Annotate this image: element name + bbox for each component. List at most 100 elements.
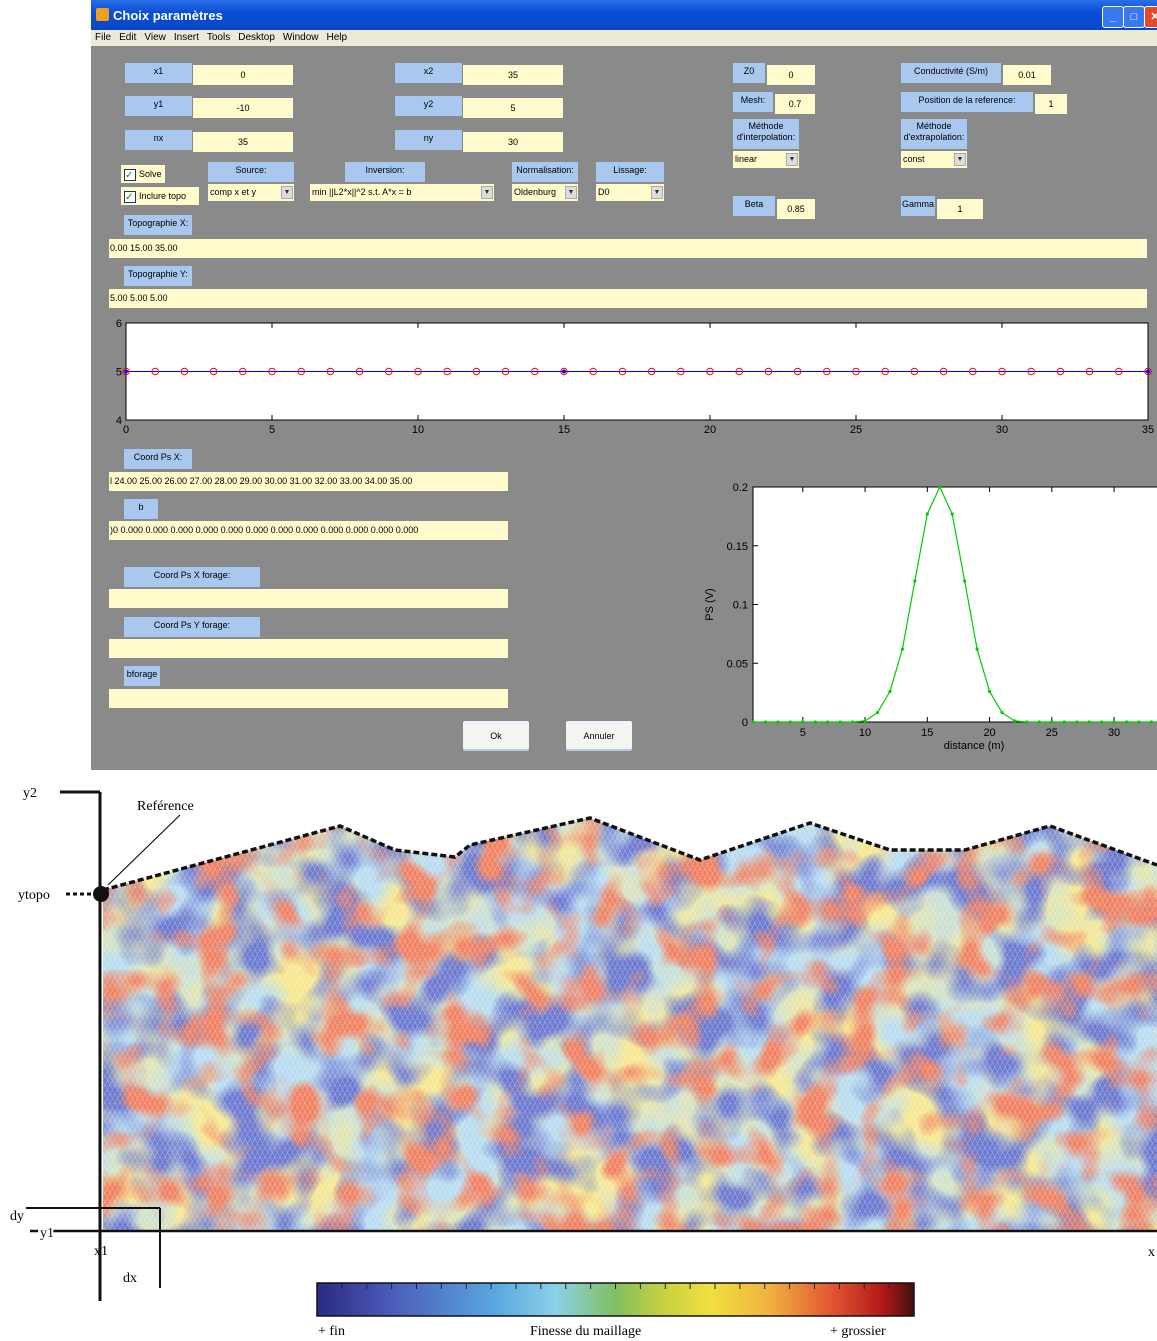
ps-data-point <box>938 485 942 489</box>
y1-label: y1 <box>40 1226 54 1241</box>
source-label: Source: <box>208 162 294 182</box>
menu-insert[interactable]: Insert <box>170 30 203 43</box>
inversion-label: Inversion: <box>345 162 425 182</box>
ps-data-point <box>1037 720 1041 724</box>
chevron-down-icon: ▼ <box>786 153 798 166</box>
ps-data-point <box>863 719 867 723</box>
topographie-x-input[interactable]: 0.00 15.00 35.00 <box>109 239 1147 258</box>
ok-button[interactable]: Ok <box>462 720 530 752</box>
ps-data-point <box>1100 720 1104 724</box>
choix-parametres-window: Choix paramètres _ □ ✕ File Edit View Inser… <box>91 0 1157 770</box>
x1-input[interactable]: 0 <box>193 65 293 85</box>
ps-data-point <box>963 579 967 583</box>
x-tick-label: 10 <box>412 424 424 436</box>
coord-ps-y-forage-input[interactable] <box>109 639 508 658</box>
ps-data-point <box>1112 720 1116 724</box>
reference-label: Reférence <box>137 799 194 814</box>
interpolation-value: linear <box>735 154 758 164</box>
menu-desktop[interactable]: Desktop <box>234 30 279 43</box>
x-tick-label: 5 <box>800 727 806 739</box>
inversion-value: min ||L2*x||^2 s.t. A*x = b <box>312 187 412 197</box>
menu-tools[interactable]: Tools <box>203 30 234 43</box>
lissage-value: D0 <box>598 187 610 197</box>
position-reference-input[interactable]: 1 <box>1035 94 1067 114</box>
ps-data-point <box>975 647 979 651</box>
inclure-topo-checkbox[interactable]: Inclure topo <box>121 187 199 207</box>
normalisation-label: Normalisation: <box>512 162 578 182</box>
ps-data-point <box>1137 720 1141 724</box>
window-title: Choix paramètres <box>113 8 223 23</box>
ny-input[interactable]: 30 <box>463 132 563 152</box>
source-dropdown[interactable]: comp x et y ▼ <box>208 184 294 201</box>
menu-help[interactable]: Help <box>323 30 352 43</box>
x1-label: x1 <box>94 1244 108 1259</box>
minimize-button[interactable]: _ <box>1102 6 1124 28</box>
y2-input[interactable]: 5 <box>463 98 563 118</box>
y-tick-label: 0.1 <box>733 600 748 612</box>
coord-ps-x-label: Coord Ps X: <box>124 449 192 469</box>
menu-window[interactable]: Window <box>279 30 323 43</box>
y-tick-label: 0.15 <box>727 541 748 553</box>
dy-label: dy <box>10 1209 24 1224</box>
x-tick-label: 15 <box>921 727 933 739</box>
interpolation-dropdown[interactable]: linear ▼ <box>733 151 799 168</box>
extrapolation-dropdown[interactable]: const ▼ <box>901 151 967 168</box>
nx-input[interactable]: 35 <box>193 132 293 152</box>
solve-checkbox[interactable]: Solve <box>121 165 165 185</box>
z0-input[interactable]: 0 <box>767 65 815 85</box>
colorbar-left-label: + fin <box>318 1324 345 1339</box>
ny-label: ny <box>395 130 462 150</box>
y1-input[interactable]: -10 <box>193 98 293 118</box>
menu-edit[interactable]: Edit <box>115 30 140 43</box>
gamma-input[interactable]: 1 <box>937 199 983 219</box>
bforage-input[interactable] <box>109 689 508 708</box>
plot-area <box>752 486 1157 723</box>
topographie-y-input[interactable]: 5.00 5.00 5.00 <box>109 289 1147 308</box>
y-tick-label: 0.05 <box>727 658 748 670</box>
mesh-input[interactable]: 0.7 <box>775 94 815 114</box>
lissage-dropdown[interactable]: D0 ▼ <box>596 184 664 201</box>
reference-marker <box>93 886 109 902</box>
y2-label: y2 <box>23 786 37 801</box>
mesh-field <box>103 818 1157 1230</box>
dx-label: dx <box>123 1271 137 1286</box>
y-tick-label: 4 <box>116 415 122 427</box>
y-axis-label: PS (V) <box>704 588 716 620</box>
beta-label: Beta <box>733 196 775 216</box>
x-tick-label: 30 <box>1108 727 1120 739</box>
ps-data-point <box>813 720 817 724</box>
beta-input[interactable]: 0.85 <box>777 199 815 219</box>
normalisation-dropdown[interactable]: Oldenburg ▼ <box>512 184 578 201</box>
title-bar: Choix paramètres _ □ ✕ <box>91 0 1157 30</box>
ps-data-point <box>1050 720 1054 724</box>
colorbar-title: Finesse du maillage <box>530 1324 641 1339</box>
ps-data-point <box>751 720 755 724</box>
ps-plot: 510152025303500.050.10.150.2distance (m)… <box>704 482 1157 752</box>
conductivite-input[interactable]: 0.01 <box>1003 65 1051 85</box>
position-reference-label: Position de la reference: <box>901 92 1033 112</box>
x-tick-label: 5 <box>269 424 275 436</box>
source-value: comp x et y <box>210 187 257 197</box>
menu-view[interactable]: View <box>140 30 170 43</box>
x-tick-label: 0 <box>123 424 129 436</box>
chevron-down-icon: ▼ <box>954 153 966 166</box>
solve-label: Solve <box>139 169 162 179</box>
coord-ps-x-input[interactable]: l 24.00 25.00 26.00 27.00 28.00 29.00 30… <box>109 472 508 491</box>
annuler-button[interactable]: Annuler <box>565 720 633 752</box>
coord-ps-y-forage-label: Coord Ps Y forage: <box>124 617 260 637</box>
x2-input[interactable]: 35 <box>463 65 563 85</box>
maximize-button[interactable]: □ <box>1123 6 1145 28</box>
y2-label: y2 <box>395 96 462 116</box>
ps-data-point <box>1062 720 1066 724</box>
menu-file[interactable]: File <box>91 30 115 43</box>
coord-ps-x-forage-input[interactable] <box>109 589 508 608</box>
inversion-dropdown[interactable]: min ||L2*x||^2 s.t. A*x = b ▼ <box>310 184 494 201</box>
matlab-icon <box>96 8 109 21</box>
normalisation-value: Oldenburg <box>514 187 557 197</box>
x-axis-label: distance (m) <box>944 740 1005 752</box>
chevron-down-icon: ▼ <box>651 186 663 199</box>
ps-data-point <box>1087 720 1091 724</box>
b-input[interactable]: )0 0.000 0.000 0.000 0.000 0.000 0.000 0… <box>109 521 508 540</box>
close-button[interactable]: ✕ <box>1144 6 1157 28</box>
x-tick-label: 20 <box>704 424 716 436</box>
